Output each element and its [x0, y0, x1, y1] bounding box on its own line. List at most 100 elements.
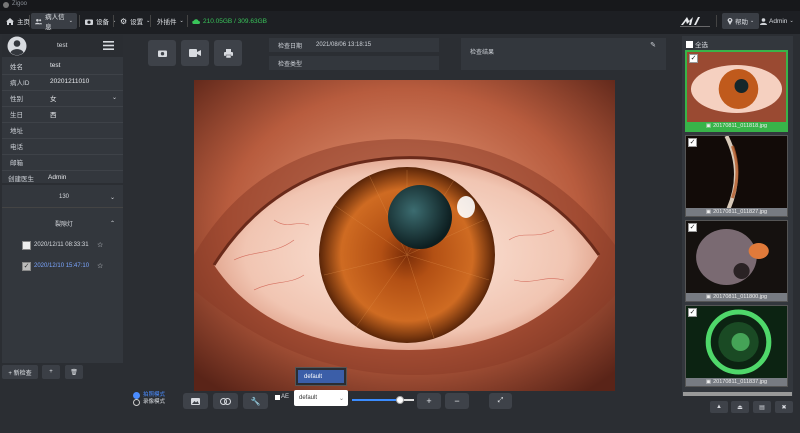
- exam-item-checkbox-checked[interactable]: ✓: [22, 261, 31, 271]
- divider: [716, 15, 717, 27]
- compare-button[interactable]: [213, 393, 238, 409]
- zoom-slider-track[interactable]: [352, 396, 414, 404]
- thumbnail-eye-image: [687, 52, 786, 126]
- thumbnail-panel: 全选 ✓ ▣ 20170811_011818.jpg ✓ ▣ 20170811_01…: [682, 36, 793, 396]
- exam-type-field[interactable]: 检查类型: [269, 56, 439, 70]
- save-button[interactable]: ▤: [753, 401, 771, 413]
- birth-label: 生日: [10, 111, 23, 119]
- exam-date-field: 检查日期 2021/08/06 13:18:15: [269, 38, 439, 52]
- fullscreen-button[interactable]: ⤢: [489, 393, 512, 409]
- thumbnail-checkbox[interactable]: ✓: [689, 54, 698, 63]
- gender-label: 性别: [10, 95, 23, 103]
- delete-button[interactable]: 🗑: [65, 365, 83, 379]
- print-button[interactable]: [214, 40, 242, 66]
- exam-item-1[interactable]: 2020/12/11 08:33:31 ☆: [2, 237, 123, 253]
- menu-settings-label: 设置: [130, 19, 144, 26]
- gender-value[interactable]: 女: [50, 93, 57, 103]
- thumbnail-checkbox[interactable]: ✓: [688, 308, 697, 317]
- zoom-in-button[interactable]: +: [417, 393, 441, 409]
- exam-actions: + 新检查 + 🗑: [2, 365, 123, 381]
- users-icon: [35, 18, 43, 24]
- exam-result-field[interactable]: 检查结果 ✎: [461, 38, 666, 70]
- thumbnail-scrollbar[interactable]: [683, 392, 792, 396]
- mode-shoot-radio[interactable]: 拍照模式: [133, 392, 165, 399]
- divider: [29, 15, 30, 27]
- name-value[interactable]: test: [50, 62, 60, 69]
- thumbnail-item[interactable]: ✓ ▣ 20170811_011827.jpg: [685, 135, 788, 217]
- image-icon: [191, 397, 200, 405]
- exam-group-label: 130: [59, 194, 70, 200]
- save-icon: ▤: [759, 404, 765, 411]
- chevron-down-icon[interactable]: ⌄: [112, 94, 117, 101]
- chevron-up-icon: ⌃: [110, 220, 116, 227]
- menu-user[interactable]: Admin ⌄: [760, 13, 794, 29]
- record-video-button[interactable]: [181, 40, 209, 66]
- upload-button[interactable]: ▲: [710, 401, 728, 413]
- thumbnail-caption: ▣ 20170811_011800.jpg: [686, 293, 787, 301]
- storage-indicator: 210.05GB / 309.63GB: [192, 13, 267, 29]
- menu-help-label: 帮助: [735, 19, 748, 26]
- mode-record-radio[interactable]: 录像模式: [133, 399, 165, 406]
- gear-icon: ⚙: [120, 16, 128, 26]
- mode-shoot-label: 拍照模式: [143, 392, 166, 398]
- thumbnail-checkbox[interactable]: ✓: [688, 223, 697, 232]
- preset-option[interactable]: default: [298, 370, 344, 383]
- patient-row-gender[interactable]: 性别 女 ⌄: [2, 90, 123, 107]
- preset-select[interactable]: default ⌄: [294, 390, 348, 406]
- thumbnail-filename: 20170811_011818.jpg: [713, 123, 768, 129]
- thumbnail-slit-image: [686, 221, 787, 294]
- birth-value[interactable]: 西: [50, 109, 57, 119]
- radio-icon[interactable]: [133, 399, 140, 406]
- menu-patient-info[interactable]: 病人信息 ⌄: [31, 13, 77, 31]
- trash-icon: 🗑: [70, 369, 78, 376]
- capture-photo-button[interactable]: [148, 40, 176, 66]
- menu-device[interactable]: 设备 ⌄: [81, 13, 120, 29]
- edit-pencil-icon[interactable]: ✎: [650, 41, 656, 49]
- thumbnail-item[interactable]: ✓ ▣ 20170811_011818.jpg: [685, 50, 788, 132]
- main-eye-image[interactable]: [194, 80, 615, 391]
- exam-item-checkbox[interactable]: [22, 240, 31, 250]
- thumbnail-slit-image: [686, 135, 787, 210]
- tools-button[interactable]: 🔧: [243, 393, 268, 409]
- chevron-down-icon: ⌄: [789, 18, 794, 24]
- triangle-up-icon: ▲: [716, 404, 722, 410]
- thumbnail-item[interactable]: ✓ ▣ 20170811_011800.jpg: [685, 220, 788, 302]
- thumbnail-checkbox[interactable]: ✓: [688, 138, 697, 147]
- preset-select-value: default: [299, 395, 318, 401]
- hamburger-menu-icon[interactable]: [103, 41, 114, 50]
- phone-label: 电话: [10, 143, 23, 151]
- exam-section-header[interactable]: 裂隙灯 ⌃: [2, 215, 123, 231]
- new-exam-button[interactable]: + 新检查: [2, 365, 38, 379]
- storage-text: 210.05GB / 309.63GB: [203, 17, 267, 25]
- select-all-checkbox[interactable]: 全选: [686, 39, 708, 49]
- export-icon: ⏏: [737, 404, 743, 411]
- divider: [187, 15, 188, 27]
- delete-image-button[interactable]: ✖: [775, 401, 793, 413]
- exam-item-2[interactable]: ✓ 2020/12/10 15:47:10 ☆: [2, 258, 123, 274]
- export-button[interactable]: ⏏: [731, 401, 749, 413]
- plus-icon: +: [426, 396, 432, 406]
- trash-icon: ✖: [781, 404, 787, 411]
- gallery-button[interactable]: [183, 393, 208, 409]
- menu-settings[interactable]: ⚙ 设置 ⌄: [116, 13, 154, 29]
- thumbnail-caption: ▣ 20170811_011827.jpg: [686, 208, 787, 216]
- menu-device-label: 设备: [96, 19, 109, 26]
- star-icon[interactable]: ☆: [97, 262, 103, 270]
- video-camera-icon: [189, 49, 201, 57]
- star-icon[interactable]: ☆: [97, 241, 103, 249]
- exam-group-header[interactable]: 130 ⌄: [2, 189, 123, 205]
- radio-selected-icon[interactable]: [133, 392, 140, 399]
- zoom-slider-handle[interactable]: [396, 396, 405, 404]
- id-label: 病人ID: [10, 79, 30, 87]
- id-value[interactable]: 20201211010: [50, 78, 89, 85]
- menu-help[interactable]: 帮助 ⌄: [722, 13, 760, 29]
- ae-checkbox[interactable]: AE: [275, 394, 289, 400]
- patient-header-name: test: [57, 42, 68, 49]
- checkbox-icon[interactable]: [275, 394, 280, 400]
- thumbnail-item[interactable]: ✓ ▣ 20170811_011837.jpg: [685, 305, 788, 387]
- checkbox-icon[interactable]: [686, 40, 693, 48]
- ae-label: AE: [281, 394, 290, 400]
- zoom-out-button[interactable]: −: [445, 393, 469, 409]
- menu-plugins[interactable]: 外插件 ⌄: [153, 13, 188, 29]
- add-button[interactable]: +: [42, 365, 60, 379]
